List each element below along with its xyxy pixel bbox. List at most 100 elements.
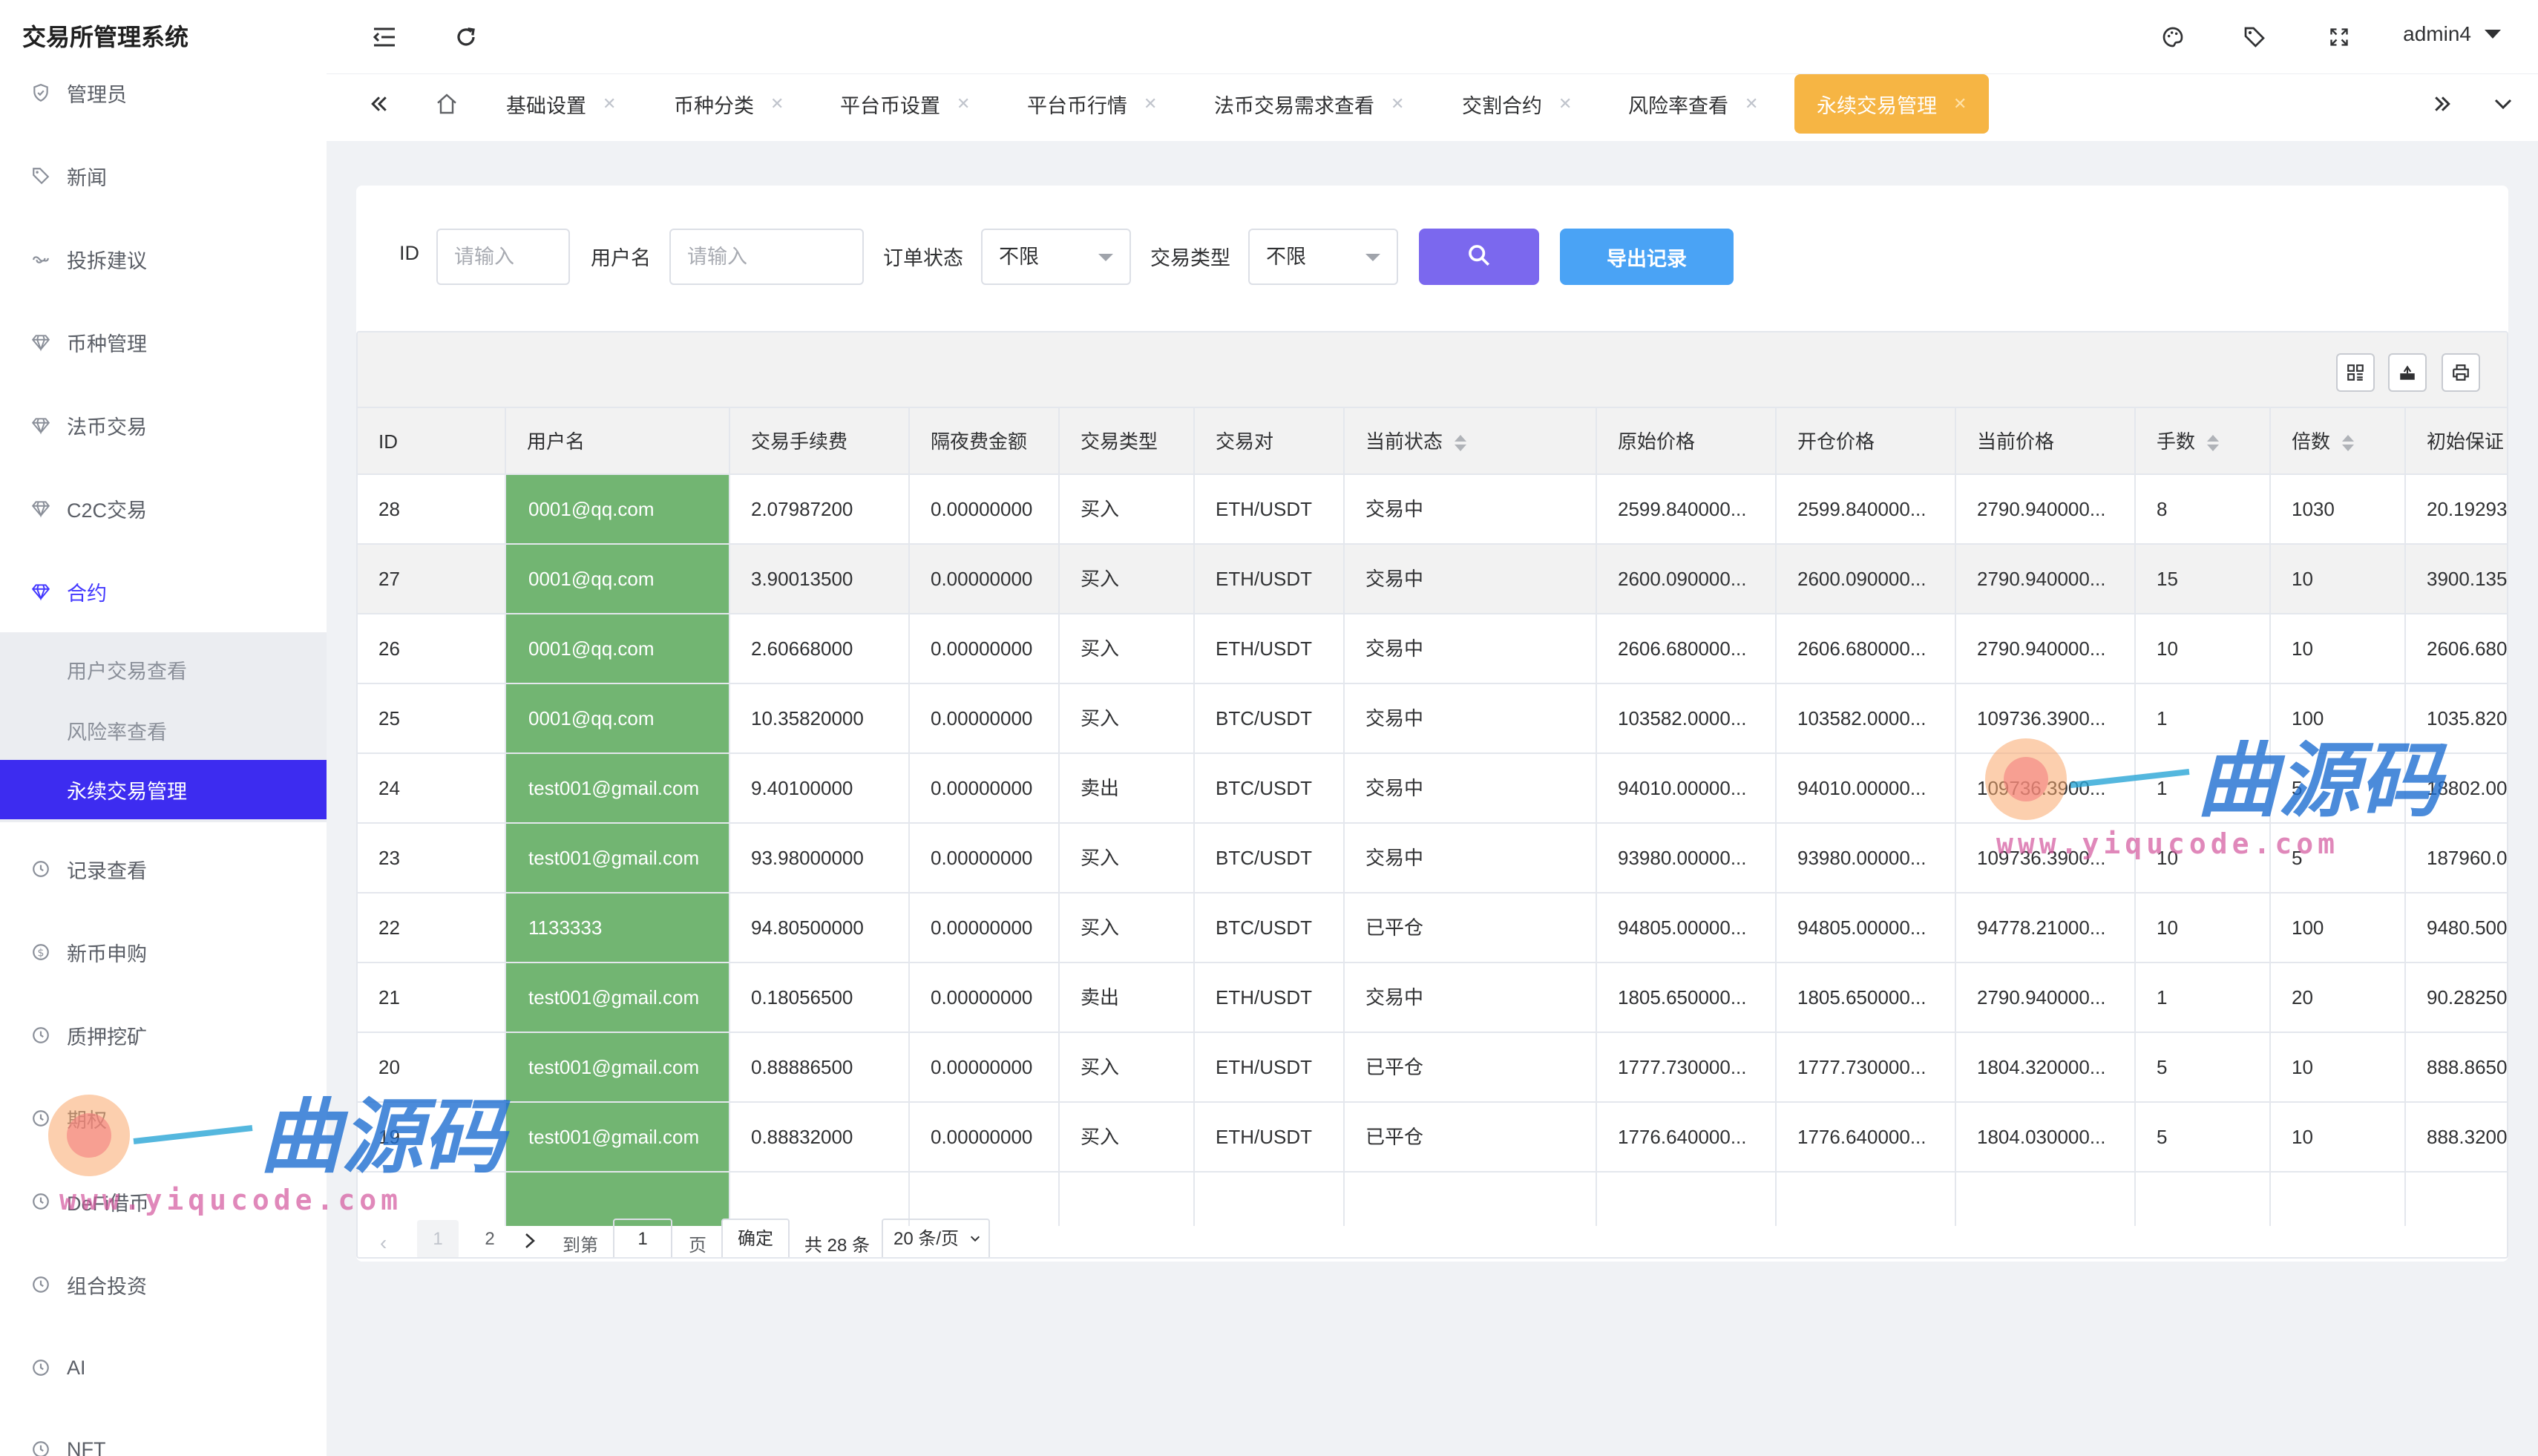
tab-delivery-contract[interactable]: 交割合约 ✕	[1462, 74, 1572, 134]
chevron-down-icon	[1365, 254, 1380, 261]
cell-lots: 5	[2136, 1103, 2271, 1171]
cell-trade-type: 买入	[1060, 614, 1195, 683]
tab-perpetual-trades[interactable]: 永续交易管理 ✕	[1794, 74, 1990, 134]
sidebar-item-options[interactable]: 期权	[0, 1092, 327, 1144]
chevron-down-icon[interactable]	[2485, 30, 2501, 39]
sidebar-item-defi[interactable]: DeFi借币	[0, 1175, 327, 1227]
page-size-value: 20 条/页	[893, 1229, 960, 1249]
submenu-item-risk-rate[interactable]: 风险率查看	[0, 701, 327, 760]
sort-icon[interactable]	[2342, 435, 2355, 452]
tabs-dropdown-icon[interactable]	[2492, 74, 2514, 134]
cell-leverage: 1030	[2271, 475, 2406, 543]
trade-type-select[interactable]: 不限	[1248, 229, 1398, 285]
column-filter-icon[interactable]	[2336, 353, 2375, 392]
tabs-scroll-left-icon[interactable]	[368, 74, 390, 134]
close-icon[interactable]: ✕	[1558, 94, 1572, 114]
cell-username: test001@gmail.com	[506, 824, 730, 892]
tab-fiat-demand[interactable]: 法币交易需求查看 ✕	[1214, 74, 1404, 134]
table-row[interactable]	[358, 1173, 2507, 1226]
clock-icon	[30, 1190, 52, 1213]
sidebar-item-contract[interactable]: 合约	[0, 565, 327, 617]
table-row[interactable]: 28 0001@qq.com 2.07987200 0.00000000 买入 ETH/U…	[358, 475, 2507, 545]
sidebar-item-fiat[interactable]: 法币交易	[0, 399, 327, 451]
tab-currency-category[interactable]: 币种分类 ✕	[674, 74, 784, 134]
cell-id: 26	[358, 614, 506, 683]
print-icon[interactable]	[2442, 353, 2480, 392]
goto-page-input[interactable]: 1	[613, 1219, 672, 1257]
search-icon	[1466, 243, 1492, 272]
column-header-lots[interactable]: 手数	[2136, 408, 2271, 475]
table-row[interactable]: 27 0001@qq.com 3.90013500 0.00000000 买入 ETH/U…	[358, 545, 2507, 614]
submenu-item-perpetual[interactable]: 永续交易管理	[0, 760, 327, 819]
sidebar-item-ai[interactable]: AI	[0, 1342, 327, 1394]
refresh-icon[interactable]	[450, 21, 482, 53]
cell-leverage: 100	[2271, 893, 2406, 962]
prev-page-icon[interactable]: ‹	[380, 1231, 387, 1255]
close-icon[interactable]: ✕	[1745, 94, 1758, 114]
goto-confirm-button[interactable]: 确定	[721, 1219, 790, 1257]
next-page-icon[interactable]	[522, 1231, 537, 1255]
cell-id: 19	[358, 1103, 506, 1171]
tab-basic-settings[interactable]: 基础设置 ✕	[506, 74, 616, 134]
page-size-select[interactable]: 20 条/页	[882, 1219, 990, 1257]
sidebar-item-admin[interactable]: 管理员	[0, 67, 327, 119]
cell-trade-type: 买入	[1060, 1103, 1195, 1171]
sidebar-item-records[interactable]: 记录查看	[0, 843, 327, 895]
table-row[interactable]: 23 test001@gmail.com 93.98000000 0.00000000…	[358, 824, 2507, 893]
clock-icon	[30, 1107, 52, 1129]
page-2[interactable]: 2	[469, 1220, 511, 1257]
id-input[interactable]: 请输入	[436, 229, 570, 285]
column-header-status[interactable]: 当前状态	[1345, 408, 1597, 475]
table-row[interactable]: 26 0001@qq.com 2.60668000 0.00000000 买入 ETH/U…	[358, 614, 2507, 684]
table-row[interactable]: 21 test001@gmail.com 0.18056500 0.00000000 卖…	[358, 963, 2507, 1033]
submenu-item-user-trades[interactable]: 用户交易查看	[0, 640, 327, 699]
export-button[interactable]: 导出记录	[1560, 229, 1734, 285]
user-menu[interactable]: admin4	[2403, 22, 2471, 46]
column-header-username: 用户名	[506, 408, 730, 475]
cell-status: 已平仓	[1345, 1103, 1597, 1171]
sidebar-item-c2c[interactable]: C2C交易	[0, 482, 327, 534]
tab-platform-market[interactable]: 平台币行情 ✕	[1027, 74, 1157, 134]
home-icon[interactable]	[435, 74, 459, 134]
tags-icon[interactable]	[2238, 21, 2271, 53]
sort-icon[interactable]	[2207, 435, 2220, 452]
sidebar-item-label: 法币交易	[67, 416, 147, 439]
theme-palette-icon[interactable]	[2157, 21, 2189, 53]
search-button[interactable]	[1419, 229, 1539, 285]
cell-overnight-fee: 0.00000000	[910, 1103, 1060, 1171]
table-row[interactable]: 19 test001@gmail.com 0.88832000 0.00000000 买…	[358, 1103, 2507, 1173]
table-row[interactable]: 24 test001@gmail.com 9.40100000 0.00000000 卖…	[358, 754, 2507, 824]
close-icon[interactable]: ✕	[957, 94, 970, 114]
sidebar-item-feedback[interactable]: 投拆建议	[0, 233, 327, 285]
table-row[interactable]: 25 0001@qq.com 10.35820000 0.00000000 买入 BTC/…	[358, 684, 2507, 754]
cell-open-price: 94805.00000...	[1777, 893, 1956, 962]
cell-overnight-fee: 0.00000000	[910, 824, 1060, 892]
tab-risk-rate[interactable]: 风险率查看 ✕	[1628, 74, 1758, 134]
sidebar-item-label: DeFi借币	[67, 1192, 150, 1215]
tabs-scroll-right-icon[interactable]	[2431, 74, 2453, 134]
username-input[interactable]: 请输入	[669, 229, 864, 285]
close-icon[interactable]: ✕	[770, 94, 784, 114]
sidebar-item-nft[interactable]: NFT	[0, 1423, 327, 1456]
sidebar-item-portfolio[interactable]: 组合投资	[0, 1259, 327, 1311]
page-1[interactable]: 1	[417, 1220, 459, 1257]
fullscreen-icon[interactable]	[2323, 21, 2355, 53]
tab-platform-coin[interactable]: 平台币设置 ✕	[840, 74, 970, 134]
close-icon[interactable]: ✕	[1953, 94, 1967, 114]
menu-collapse-icon[interactable]	[368, 21, 401, 53]
close-icon[interactable]: ✕	[1144, 94, 1157, 114]
sort-icon[interactable]	[1455, 435, 1467, 452]
cell-status: 交易中	[1345, 475, 1597, 543]
cell-open-price: 1776.640000...	[1777, 1103, 1956, 1171]
table-row[interactable]: 20 test001@gmail.com 0.88886500 0.00000000 买…	[358, 1033, 2507, 1103]
column-header-leverage[interactable]: 倍数	[2271, 408, 2406, 475]
sidebar-item-currency[interactable]: 币种管理	[0, 316, 327, 368]
sidebar-item-ipo[interactable]: $ 新币申购	[0, 926, 327, 978]
sidebar-item-news[interactable]: 新闻	[0, 150, 327, 202]
order-status-select[interactable]: 不限	[981, 229, 1131, 285]
close-icon[interactable]: ✕	[603, 94, 616, 114]
export-table-icon[interactable]	[2388, 353, 2427, 392]
close-icon[interactable]: ✕	[1391, 94, 1404, 114]
sidebar-item-staking[interactable]: 质押挖矿	[0, 1009, 327, 1061]
table-row[interactable]: 22 1133333 94.80500000 0.00000000 买入 BTC/USDT…	[358, 893, 2507, 963]
